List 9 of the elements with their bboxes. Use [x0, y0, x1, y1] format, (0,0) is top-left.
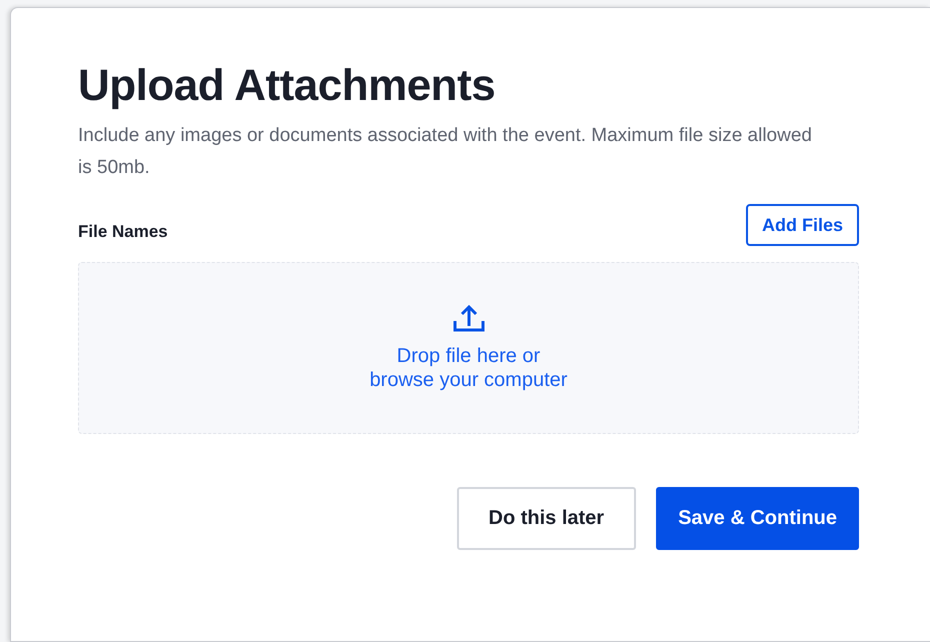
add-files-button[interactable]: Add Files: [746, 204, 859, 246]
file-names-label: File Names: [78, 222, 168, 242]
upload-icon: [452, 304, 486, 332]
browse-link[interactable]: Drop file here or browse your computer: [370, 344, 568, 392]
later-button[interactable]: Do this later: [456, 487, 636, 550]
drop-zone[interactable]: Drop file here or browse your computer: [78, 262, 859, 434]
description-text: Include any images or documents associated with the event. Maximum file size allowed is 50mb.: [78, 124, 813, 180]
save-continue-button[interactable]: Save & Continue: [656, 487, 859, 550]
page-title: Upload Attachments: [78, 60, 496, 112]
